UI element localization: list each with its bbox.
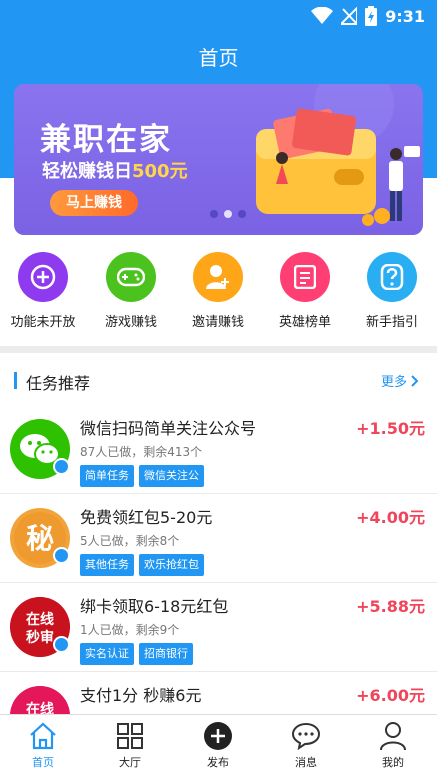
task-price: +6.00元 bbox=[356, 686, 425, 705]
avatar-text: 秘 bbox=[26, 522, 54, 555]
menu-item-not-open[interactable]: 功能未开放 bbox=[3, 252, 83, 330]
more-label: 更多 bbox=[380, 375, 407, 390]
svg-text:秒审: 秒审 bbox=[26, 629, 54, 646]
task-tag: 微信关注公 bbox=[139, 465, 204, 487]
task-tag: 其他任务 bbox=[80, 554, 134, 576]
task-price: +4.00元 bbox=[356, 508, 425, 527]
page-title: 首页 bbox=[198, 46, 239, 70]
task-meta: 87人已做，剩余413个 bbox=[80, 445, 203, 459]
promo-banner[interactable]: 兼职在家 轻松赚钱日500元 马上赚钱 bbox=[14, 84, 423, 235]
home-icon bbox=[28, 721, 58, 751]
task-tags: 其他任务 欢乐抢红包 bbox=[80, 554, 204, 576]
more-link[interactable]: 更多 bbox=[381, 371, 419, 390]
tab-label: 我的 bbox=[382, 756, 404, 769]
menu-label: 邀请赚钱 bbox=[191, 315, 244, 330]
task-tags: 简单任务 微信关注公 bbox=[80, 465, 204, 487]
user-icon bbox=[378, 721, 408, 751]
battery-charging-icon bbox=[365, 6, 378, 26]
status-time: 9:31 bbox=[385, 6, 425, 26]
task-tag: 实名认证 bbox=[80, 643, 134, 665]
vip-badge-icon bbox=[53, 547, 70, 564]
quick-menu: 功能未开放 游戏赚钱 邀请赚钱 英雄榜单 新手指引 bbox=[0, 252, 437, 342]
task-price: +5.88元 bbox=[356, 597, 425, 616]
banner-title: 兼职在家 bbox=[40, 122, 172, 158]
tab-hall[interactable]: 大厅 bbox=[100, 721, 160, 770]
publish-plus-icon bbox=[203, 721, 233, 751]
section-divider bbox=[0, 346, 437, 353]
tab-label: 消息 bbox=[295, 756, 317, 769]
tab-profile[interactable]: 我的 bbox=[363, 721, 423, 770]
task-title: 支付1分 秒赚6元 bbox=[80, 686, 202, 705]
task-price: +1.50元 bbox=[356, 419, 425, 438]
section-header: 任务推荐 更多 bbox=[0, 362, 437, 398]
menu-item-game-earn[interactable]: 游戏赚钱 bbox=[91, 252, 171, 330]
bottom-tab-bar: 首页 大厅 发布 消息 我的 bbox=[0, 714, 437, 776]
menu-item-beginner-guide[interactable]: 新手指引 bbox=[352, 252, 432, 330]
gamepad-icon bbox=[106, 252, 156, 302]
no-signal-icon bbox=[341, 7, 358, 25]
tab-label: 大厅 bbox=[119, 756, 141, 769]
menu-item-invite-earn[interactable]: 邀请赚钱 bbox=[178, 252, 258, 330]
task-tag: 招商银行 bbox=[139, 643, 193, 665]
task-list: 微信扫码简单关注公众号 +1.50元 87人已做，剩余413个 简单任务 微信关… bbox=[0, 405, 437, 761]
wifi-icon bbox=[311, 7, 334, 24]
task-meta: 1人已做，剩余9个 bbox=[80, 623, 180, 637]
task-tag: 简单任务 bbox=[80, 465, 134, 487]
banner-subtitle: 轻松赚钱日500元 bbox=[42, 157, 188, 183]
chevron-right-icon bbox=[411, 374, 419, 387]
svg-text:在线: 在线 bbox=[26, 611, 54, 628]
question-icon bbox=[367, 252, 417, 302]
menu-label: 游戏赚钱 bbox=[104, 315, 157, 330]
menu-label: 英雄榜单 bbox=[278, 315, 331, 330]
banner-subtitle-prefix: 轻松赚钱日 bbox=[42, 161, 132, 182]
tab-messages[interactable]: 消息 bbox=[276, 721, 336, 770]
status-bar: 9:31 bbox=[0, 0, 437, 32]
task-row[interactable]: 微信扫码简单关注公众号 +1.50元 87人已做，剩余413个 简单任务 微信关… bbox=[0, 405, 437, 494]
tab-label: 首页 bbox=[32, 756, 54, 769]
task-meta: 5人已做，剩余8个 bbox=[80, 534, 180, 548]
task-tags: 实名认证 招商银行 bbox=[80, 643, 193, 665]
menu-label: 新手指引 bbox=[365, 315, 418, 330]
task-title: 绑卡领取6-18元红包 bbox=[80, 597, 229, 616]
tab-label: 发布 bbox=[207, 756, 229, 769]
task-row[interactable]: 秘 免费领红包5-20元 +4.00元 5人已做，剩余8个 其他任务 欢乐抢红包 bbox=[0, 494, 437, 583]
menu-label: 功能未开放 bbox=[10, 315, 76, 330]
task-row[interactable]: 在线 秒审 绑卡领取6-18元红包 +5.88元 1人已做，剩余9个 实名认证 招… bbox=[0, 583, 437, 672]
add-user-icon bbox=[193, 252, 243, 302]
section-title: 任务推荐 bbox=[26, 374, 91, 393]
grid-icon bbox=[115, 721, 145, 751]
list-icon bbox=[280, 252, 330, 302]
vip-badge-icon bbox=[53, 636, 70, 653]
menu-item-hero-list[interactable]: 英雄榜单 bbox=[265, 252, 345, 330]
vip-badge-icon bbox=[53, 458, 70, 475]
banner-subtitle-highlight: 500元 bbox=[132, 161, 188, 182]
task-tag: 欢乐抢红包 bbox=[139, 554, 204, 576]
chat-icon bbox=[291, 721, 321, 751]
task-title: 微信扫码简单关注公众号 bbox=[80, 419, 257, 438]
tab-home[interactable]: 首页 bbox=[13, 721, 73, 770]
task-title: 免费领红包5-20元 bbox=[80, 508, 213, 527]
section-accent-bar bbox=[14, 372, 17, 389]
tab-publish[interactable]: 发布 bbox=[188, 721, 248, 770]
earn-now-button[interactable]: 马上赚钱 bbox=[50, 190, 138, 216]
plus-icon bbox=[18, 252, 68, 302]
